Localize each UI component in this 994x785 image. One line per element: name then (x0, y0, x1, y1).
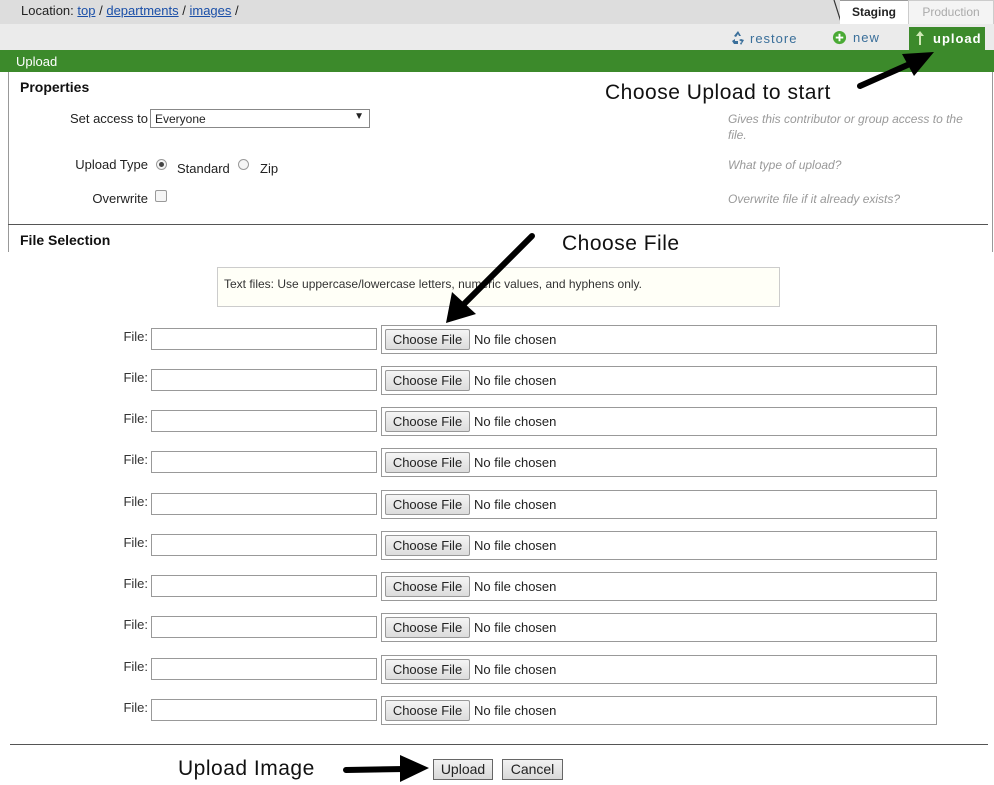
arrow-to-upload-icon (857, 52, 934, 89)
annotation-arrows (343, 52, 934, 782)
arrow-to-choose-file-icon (446, 233, 535, 323)
arrow-to-upload-button-icon (343, 755, 429, 782)
